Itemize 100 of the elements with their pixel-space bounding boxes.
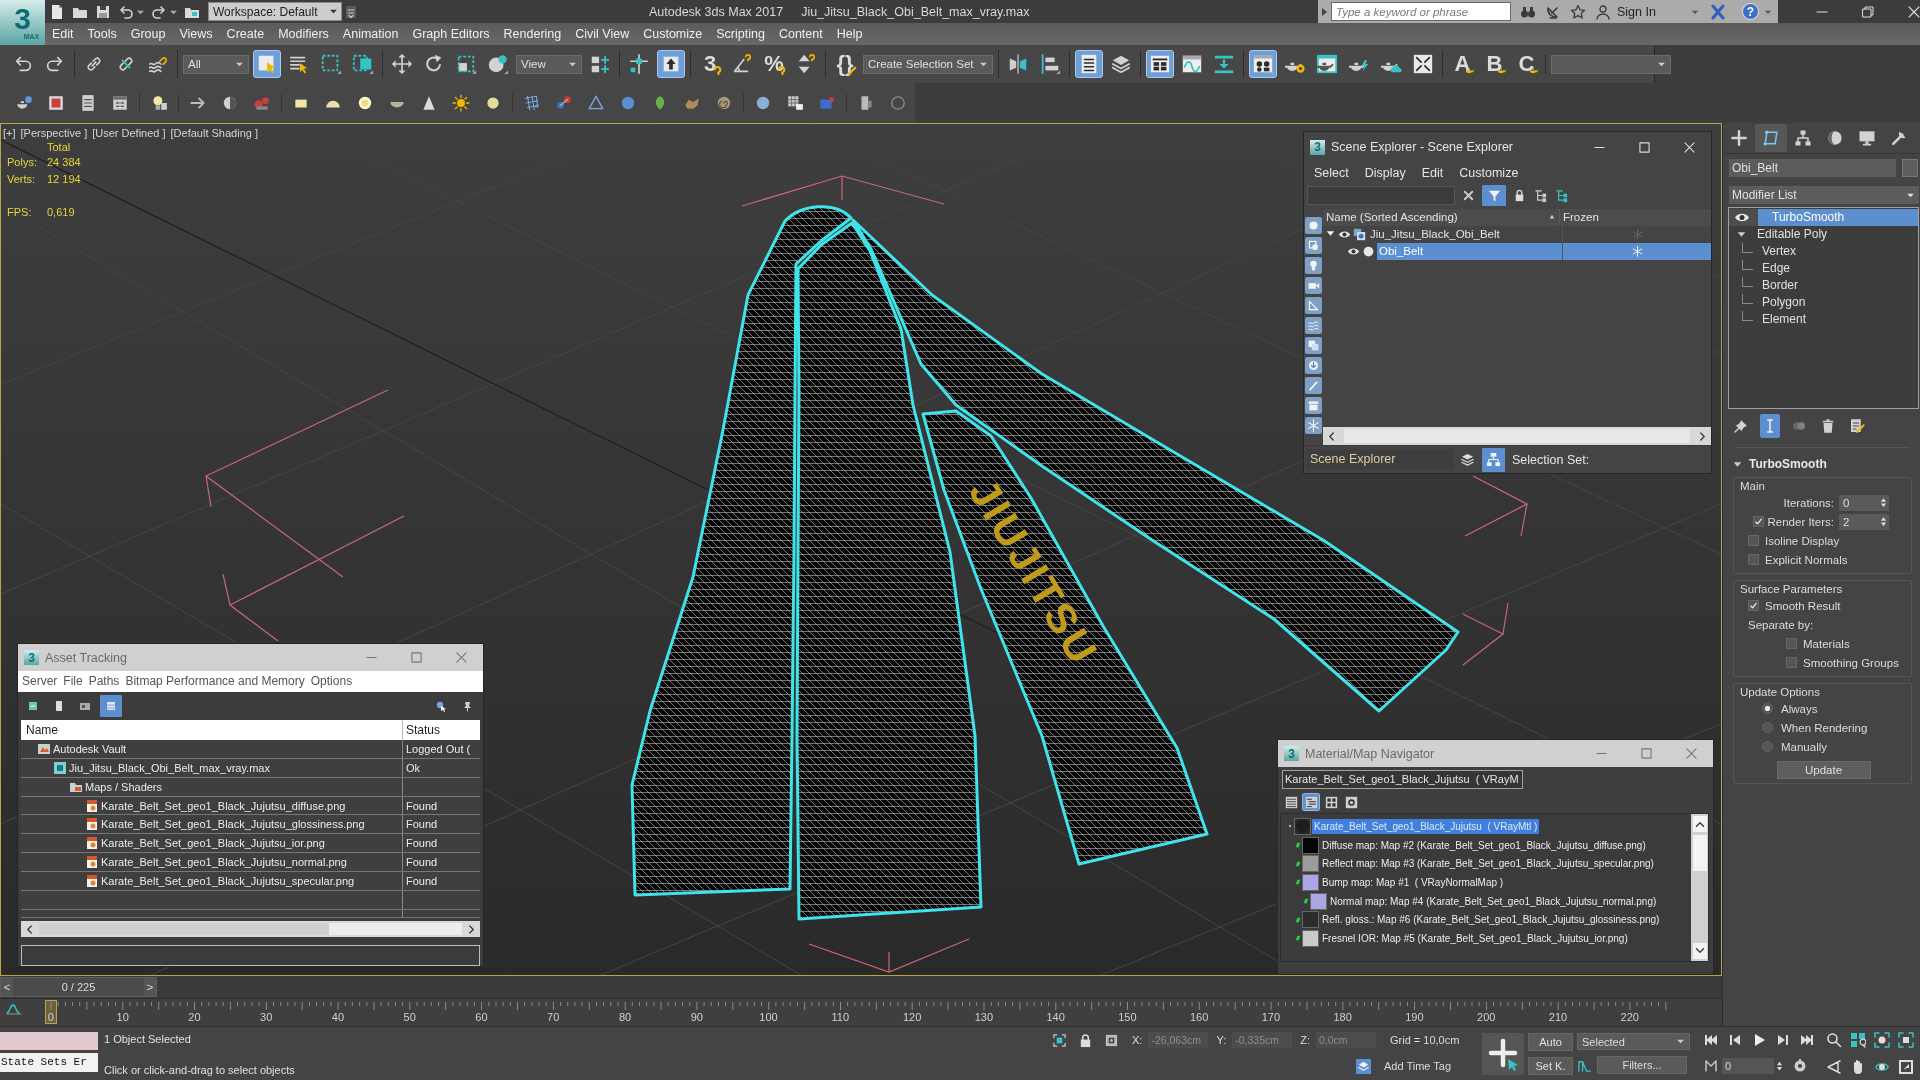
page-icon[interactable] (53, 699, 65, 712)
small-grid-icon[interactable] (1343, 794, 1359, 810)
grid-lock-icon[interactable] (786, 94, 804, 112)
menu-item[interactable]: Scripting (709, 27, 772, 41)
help-button[interactable]: ? (1741, 3, 1759, 20)
viewport-label[interactable]: [User Defined ] (92, 127, 166, 139)
wave-icon[interactable] (1305, 316, 1322, 334)
zoom-all-icon[interactable] (1850, 1032, 1866, 1049)
stack-item[interactable]: Border (1759, 277, 1918, 294)
snap-toggle-button[interactable]: % (760, 50, 788, 78)
search-field[interactable] (1307, 185, 1455, 205)
time-slider-thumb[interactable]: < 0 / 225 > (0, 977, 157, 997)
parallelogram-icon[interactable] (1755, 124, 1787, 152)
molecule-icon[interactable] (555, 94, 573, 112)
checkbox-label[interactable]: Smooth Result (1765, 599, 1841, 612)
menu-item[interactable]: Bitmap Performance and Memory (122, 674, 308, 689)
menu-lines-icon[interactable] (345, 4, 357, 19)
checkbox[interactable] (1748, 554, 1759, 565)
auto-key-button[interactable]: Auto (1528, 1032, 1573, 1051)
redo-icon[interactable] (151, 3, 167, 20)
previous-frame-icon[interactable] (1728, 1032, 1742, 1047)
play-icon[interactable] (1752, 1032, 1766, 1047)
rollout-triangle-icon[interactable] (1733, 459, 1742, 469)
checkbox[interactable] (1748, 535, 1759, 546)
menu-item[interactable]: Display (1356, 165, 1414, 180)
save-icon[interactable] (95, 3, 111, 20)
menu-item[interactable]: Select (1306, 165, 1357, 180)
scroll-left-icon[interactable] (1328, 430, 1335, 442)
horizontal-scrollbar[interactable] (21, 921, 480, 938)
previous-frame-button[interactable]: < (1, 978, 13, 996)
map-entry[interactable]: Bump map: Map #1 ( VRayNormalMap ) (1320, 874, 1506, 890)
glow-disc-icon[interactable] (356, 94, 374, 112)
stack-item[interactable]: Polygon (1759, 294, 1918, 311)
group-icon[interactable] (1305, 336, 1322, 354)
toolbar-dropdown[interactable]: View (516, 54, 582, 74)
maximize-viewport-icon[interactable] (1898, 1058, 1914, 1075)
viewport-label[interactable]: [Perspective ] (20, 127, 88, 139)
material-name-field[interactable]: Karate_Belt_Set_geo1_Black_Jujutsu ( VRayM (1282, 769, 1523, 789)
menu-item[interactable]: Graph Editors (405, 27, 497, 41)
stack-item[interactable]: Element (1759, 311, 1918, 328)
caret-icon[interactable] (137, 8, 144, 15)
scroll-thumb[interactable] (39, 923, 329, 936)
asset-name[interactable]: Karate_Belt_Set_geo1_Black_Jujutsu_specular.png (101, 875, 355, 888)
zigzag-icon[interactable] (1704, 1059, 1718, 1074)
cone-icon[interactable] (420, 94, 438, 112)
add-time-tag-label[interactable]: Add Time Tag (1384, 1060, 1452, 1072)
box-icon[interactable] (1305, 396, 1322, 414)
filters-button[interactable]: Filters... (1597, 1056, 1687, 1074)
belt-strip[interactable] (921, 409, 1209, 866)
picture-frame-icon[interactable] (47, 94, 65, 112)
go-to-end-icon[interactable] (1800, 1032, 1814, 1047)
list-view-icon[interactable] (1283, 794, 1299, 810)
calendar-icon[interactable] (111, 94, 129, 112)
column-header[interactable]: Name (21, 719, 403, 740)
caret-icon[interactable] (170, 8, 177, 15)
grid-mesh-icon[interactable] (523, 94, 541, 112)
ring-icon[interactable] (889, 94, 907, 112)
object-color-swatch[interactable] (1902, 159, 1918, 177)
expand-triangle-icon[interactable] (1737, 230, 1746, 239)
menu-item[interactable]: Help (829, 27, 870, 41)
new-file-icon[interactable] (49, 3, 65, 20)
asset-name[interactable]: Karate_Belt_Set_geo1_Black_Jujutsu_glossiness.png (101, 818, 365, 831)
menu-item[interactable]: Server (19, 674, 61, 689)
named-selection-button[interactable]: {} (831, 50, 859, 78)
asset-name[interactable]: Jiu_Jitsu_Black_Obi_Belt_max_vray.max (69, 761, 270, 774)
belt-strip[interactable] (630, 205, 853, 897)
grid-window-icon[interactable] (1146, 50, 1175, 78)
search-field[interactable]: Type a keyword or phrase (1331, 2, 1511, 21)
trackbar[interactable]: 0 10 20 30 40 50 60 70 80 90 100 110 120 130 140 150 160 170 180 190 200 210 220 (0, 998, 1722, 1026)
half-disc-icon[interactable] (221, 94, 239, 112)
grid-view-icon[interactable] (1323, 794, 1339, 810)
set-key-button[interactable]: Set K. (1528, 1056, 1573, 1075)
menu-item[interactable]: Group (123, 27, 173, 41)
toolbar-dropdown[interactable]: Create Selection Set (863, 54, 994, 74)
bulb-icon[interactable] (1305, 256, 1322, 274)
menu-item[interactable]: Create (219, 27, 272, 41)
teapot-icon[interactable] (15, 94, 33, 112)
snowflake-icon[interactable] (1305, 416, 1322, 434)
focus-square-icon[interactable] (1052, 1032, 1067, 1048)
map-entry[interactable]: Refl. gloss.: Map #6 (Karate_Belt_Set_geo1_Black_Jujutsu_glossiness.png) (1320, 912, 1662, 928)
menu-item[interactable]: Civil View (568, 27, 637, 41)
update-button[interactable]: Update (1776, 760, 1871, 779)
field-of-view-icon[interactable] (1826, 1058, 1842, 1075)
radio-label[interactable]: Manually (1781, 740, 1828, 753)
column-header[interactable]: Status (403, 719, 480, 740)
material-grid-icon[interactable] (1249, 50, 1278, 78)
stack-item[interactable]: Edge (1759, 260, 1918, 277)
stack-item[interactable]: Editable Poly (1754, 226, 1918, 243)
menu-item[interactable]: Modifiers (271, 27, 336, 41)
modifier-list-dropdown[interactable]: Modifier List (1729, 186, 1919, 204)
macro-recorder-field[interactable] (0, 1032, 98, 1050)
checkbox-label[interactable]: Materials (1803, 637, 1850, 650)
up-arrow-key-icon[interactable] (657, 50, 685, 78)
checkbox-label[interactable]: Explicit Normals (1765, 553, 1848, 566)
vertical-scrollbar[interactable] (1691, 814, 1708, 961)
radio-label[interactable]: Always (1781, 702, 1818, 715)
menu-item[interactable]: Options (307, 674, 356, 689)
checkbox[interactable] (1786, 657, 1797, 668)
state-set-button[interactable]: A (1448, 50, 1477, 78)
table-list-icon[interactable] (1075, 50, 1104, 78)
